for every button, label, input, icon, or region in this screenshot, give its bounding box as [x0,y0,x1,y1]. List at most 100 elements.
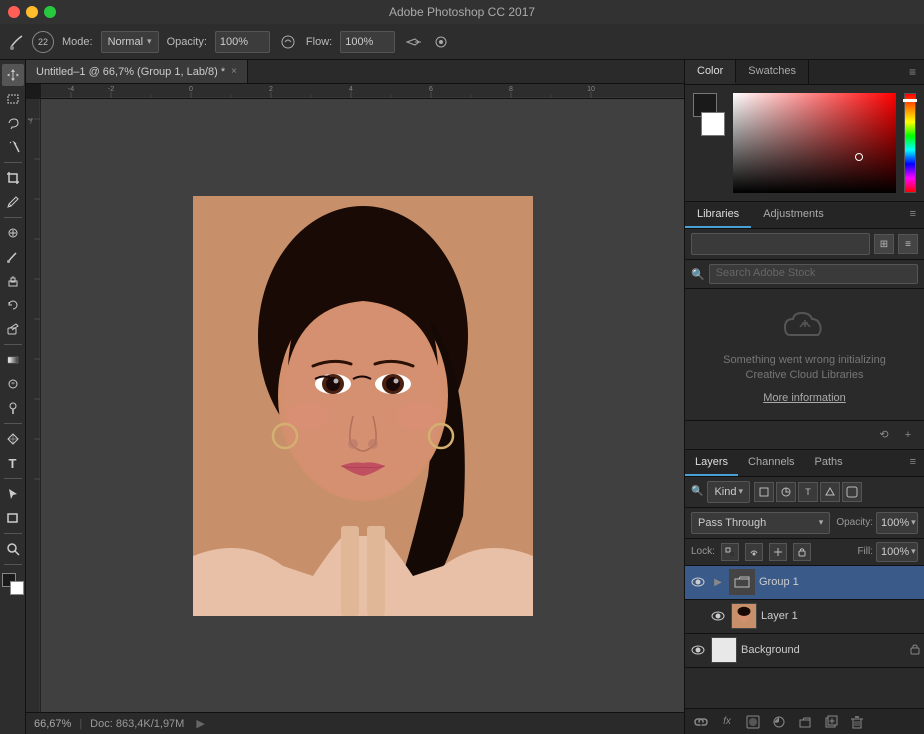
lock-pixels-btn[interactable] [745,543,763,561]
eye-icon-3 [691,643,705,657]
document-tab[interactable]: Untitled–1 @ 66,7% (Group 1, Lab/8) * × [26,60,248,83]
svg-text:-4: -4 [28,118,35,124]
filter-adjust-btn[interactable] [776,482,796,502]
path-selection-tool[interactable] [2,483,24,505]
opacity-input[interactable]: 100% [876,512,918,534]
background-swatch[interactable] [701,112,725,136]
filter-smart-btn[interactable] [842,482,862,502]
text-tool[interactable]: T [2,452,24,474]
dodge-tool[interactable] [2,397,24,419]
layer-visibility-bg[interactable] [689,641,707,659]
pressure-opacity-icon[interactable] [278,32,298,52]
portrait-artwork [193,196,533,616]
libraries-panel-options[interactable]: ≡ [902,202,924,228]
layer-visibility-group1[interactable] [689,573,707,591]
new-group-btn[interactable] [795,712,815,732]
shape-tool[interactable] [2,507,24,529]
new-layer-btn[interactable] [821,712,841,732]
layer-item-group1[interactable]: ▶ Group 1 [685,566,924,600]
layers-panel-options-btn[interactable]: ≡ [902,450,924,476]
gradient-tool[interactable] [2,349,24,371]
color-picker-area[interactable] [685,85,924,201]
libraries-search[interactable]: 🔍 Search Adobe Stock [685,260,924,289]
opacity-input[interactable]: 100% [215,31,270,53]
close-button[interactable] [8,6,20,18]
layers-list[interactable]: ▶ Group 1 [685,566,924,708]
healing-brush-tool[interactable] [2,222,24,244]
background-color[interactable] [10,581,24,595]
adjustments-tab[interactable]: Adjustments [751,202,836,228]
brush-settings-icon[interactable] [431,32,451,52]
bg-lock-icon [910,643,920,658]
lock-position-btn[interactable] [769,543,787,561]
maximize-button[interactable] [44,6,56,18]
delete-layer-btn[interactable] [847,712,867,732]
fx-btn[interactable]: fx [717,712,737,732]
lock-position-icon [773,547,783,557]
tab-close-button[interactable]: × [231,66,237,77]
add-mask-btn[interactable] [743,712,763,732]
pen-tool[interactable] [2,428,24,450]
eyedropper-icon [6,195,20,209]
color-tab[interactable]: Color [685,60,736,84]
list-view-btn[interactable]: ≡ [898,234,918,254]
libraries-error-text: Something went wrong initializing Creati… [723,353,886,384]
flow-input[interactable]: 100% [340,31,395,53]
adjustment-layer-btn[interactable] [769,712,789,732]
eyedropper-tool[interactable] [2,191,24,213]
move-tool[interactable] [2,64,24,86]
blend-mode-dropdown[interactable]: Pass Through [691,512,830,534]
filter-kind-dropdown[interactable]: Kind [707,481,750,503]
cloud-icon [780,305,830,345]
libraries-dropdown[interactable] [691,233,870,255]
brush-tool[interactable] [2,246,24,268]
magic-wand-tool[interactable] [2,136,24,158]
canvas-viewport[interactable] [41,99,684,712]
paths-tab[interactable]: Paths [805,450,853,476]
zoom-tool[interactable] [2,538,24,560]
lasso-icon [6,116,20,130]
status-bar: 66,67% | Doc: 863,4K/1,97M ▶ [26,712,684,734]
blur-tool[interactable] [2,373,24,395]
history-brush-tool[interactable] [2,294,24,316]
group1-expand[interactable]: ▶ [711,575,725,589]
libraries-panel-tabs: Libraries Adjustments ≡ [685,202,924,229]
layer-visibility-layer1[interactable] [709,607,727,625]
grid-view-btn[interactable]: ⊞ [874,234,894,254]
mode-dropdown[interactable]: Normal [101,31,159,53]
marquee-tool[interactable] [2,88,24,110]
filter-text-btn[interactable]: T [798,482,818,502]
search-input[interactable]: Search Adobe Stock [709,264,918,284]
filter-pixel-btn[interactable] [754,482,774,502]
color-panel-options[interactable]: ≡ [901,60,924,84]
status-arrow[interactable]: ▶ [196,717,204,730]
lasso-tool[interactable] [2,112,24,134]
clone-stamp-tool[interactable] [2,270,24,292]
opacity-label: Opacity: [167,36,207,48]
lock-artboard-btn[interactable] [793,543,811,561]
fill-input[interactable]: 100% [876,542,918,562]
channels-tab[interactable]: Channels [738,450,804,476]
swatches-tab[interactable]: Swatches [736,60,809,84]
fg-bg-swatch-area[interactable] [693,93,725,193]
fg-bg-colors[interactable] [2,573,24,595]
layer-item-background[interactable]: Background [685,634,924,668]
filter-shape-btn[interactable] [820,482,840,502]
lib-add-icon[interactable]: + [898,425,918,445]
crop-tool[interactable] [2,167,24,189]
layers-tab[interactable]: Layers [685,450,738,476]
more-info-link[interactable]: More information [763,392,846,404]
lib-sync-icon[interactable]: ⟲ [874,425,894,445]
color-spectrum[interactable] [733,93,896,193]
toolbar-separator-3 [4,344,22,345]
right-panels: Color Swatches ≡ Libraries [684,60,924,734]
hue-strip[interactable] [904,93,916,193]
lock-transparent-btn[interactable] [721,543,739,561]
brush-size-indicator[interactable]: 22 [32,31,54,53]
layer-item-layer1[interactable]: Layer 1 [685,600,924,634]
link-layers-btn[interactable] [691,712,711,732]
airbrush-icon[interactable] [403,32,423,52]
minimize-button[interactable] [26,6,38,18]
libraries-tab[interactable]: Libraries [685,202,751,228]
eraser-tool[interactable] [2,318,24,340]
